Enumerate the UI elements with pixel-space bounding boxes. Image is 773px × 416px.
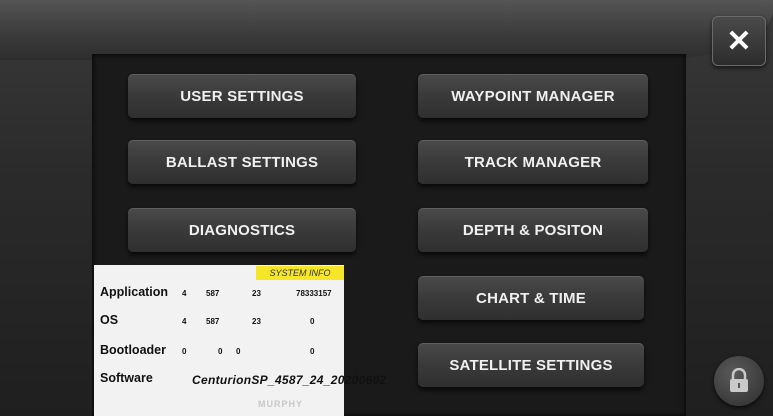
settings-screen: ✕ USER SETTINGS BALLAST SETTINGS DIAGNOS… (0, 0, 773, 416)
track-manager-button[interactable]: TRACK MANAGER (418, 140, 648, 184)
info-row-application: Application 4 587 23 78333157 (100, 285, 332, 299)
waypoint-manager-button[interactable]: WAYPOINT MANAGER (418, 74, 648, 118)
info-value: 23 (252, 289, 261, 298)
info-row-os: OS 4 587 23 0 (100, 313, 314, 327)
info-value: 4 (182, 289, 187, 298)
user-settings-button[interactable]: USER SETTINGS (128, 74, 356, 118)
close-icon: ✕ (726, 24, 752, 58)
info-row-software: Software CenturionSP_4587_24_20200602 (100, 371, 386, 387)
murphy-watermark: MURPHY (258, 399, 304, 409)
info-row-label: Software (100, 371, 153, 385)
info-value: 0 (310, 347, 315, 356)
info-value: 587 (206, 289, 220, 298)
info-row-label: Application (100, 285, 169, 299)
system-info-panel: SYSTEM INFO Application 4 587 23 7833315… (94, 265, 386, 416)
system-info-badge: SYSTEM INFO (256, 266, 344, 280)
info-row-label: Bootloader (100, 343, 166, 357)
lock-icon (730, 368, 748, 392)
depth-position-button[interactable]: DEPTH & POSITON (418, 208, 648, 252)
diagnostics-button[interactable]: DIAGNOSTICS (128, 208, 356, 252)
info-value: 587 (206, 317, 220, 326)
info-value: 23 (252, 317, 261, 326)
info-value: 0 (310, 317, 315, 326)
info-row-label: OS (100, 313, 119, 327)
info-value: 78333157 (296, 289, 332, 298)
satellite-settings-button[interactable]: SATELLITE SETTINGS (418, 343, 644, 387)
software-version: CenturionSP_4587_24_20200602 (192, 373, 387, 387)
info-row-bootloader: Bootloader 0 0 0 0 (100, 343, 314, 357)
info-value: 0 (218, 347, 223, 356)
info-value: 0 (236, 347, 241, 356)
ballast-settings-button[interactable]: BALLAST SETTINGS (128, 140, 356, 184)
info-value: 4 (182, 317, 187, 326)
close-button[interactable]: ✕ (712, 16, 766, 66)
info-value: 0 (182, 347, 187, 356)
chart-time-button[interactable]: CHART & TIME (418, 276, 644, 320)
top-bezel (0, 0, 773, 60)
lock-button[interactable] (714, 356, 764, 406)
